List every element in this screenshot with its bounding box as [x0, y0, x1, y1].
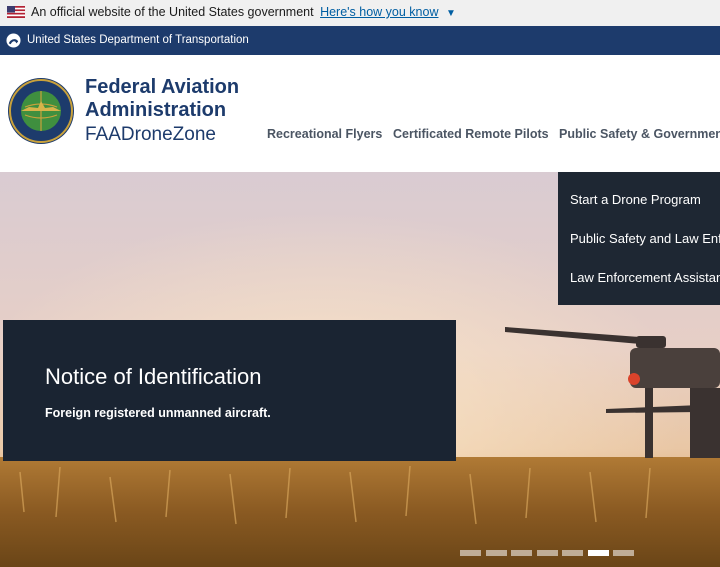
- carousel-dot-2[interactable]: [485, 550, 507, 556]
- brand-line-federal-aviation: Federal Aviation: [85, 76, 240, 98]
- carousel-dot-5[interactable]: [562, 550, 583, 556]
- gov-banner-label: An official website of the United States…: [31, 5, 314, 19]
- us-flag-icon: [7, 6, 25, 18]
- carousel-dot-4[interactable]: [536, 550, 558, 556]
- notice-panel: Notice of Identification Foreign registe…: [3, 320, 456, 461]
- public-safety-dropdown-menu: Start a Drone Program Public Safety and …: [558, 172, 720, 305]
- chevron-down-icon[interactable]: ▼: [446, 8, 456, 19]
- dot-logo-icon[interactable]: [6, 33, 21, 48]
- heres-how-you-know-link[interactable]: Here's how you know: [320, 5, 438, 19]
- nav-item-public-safety-government[interactable]: Public Safety & Government: [559, 127, 720, 141]
- brand-line-administration: Administration: [85, 99, 227, 121]
- faa-seal-logo[interactable]: [7, 77, 75, 145]
- gov-banner-text: An official website of the United States…: [31, 5, 456, 19]
- carousel-dot-6[interactable]: [587, 550, 609, 556]
- dot-link[interactable]: United States Department of Transportati…: [27, 34, 249, 46]
- carousel-dot-3[interactable]: [511, 550, 532, 556]
- gov-banner: An official website of the United States…: [0, 0, 720, 26]
- dropdown-item-start-drone-program[interactable]: Start a Drone Program: [570, 192, 701, 207]
- notice-subtitle: Foreign registered unmanned aircraft.: [45, 406, 271, 420]
- nav-item-recreational-flyers[interactable]: Recreational Flyers: [267, 127, 382, 141]
- site-header: Federal Aviation Administration FAADrone…: [0, 55, 720, 172]
- dropdown-item-law-enforcement-assistance[interactable]: Law Enforcement Assistance: [570, 270, 720, 285]
- dot-bar: United States Department of Transportati…: [0, 26, 720, 55]
- nav-item-certificated-remote-pilots[interactable]: Certificated Remote Pilots: [393, 127, 549, 141]
- brand-wordmark[interactable]: Federal Aviation Administration FAADrone…: [85, 76, 239, 147]
- brand-line-faadronezone: FAADroneZone: [85, 124, 216, 145]
- dropdown-item-public-safety-law-enforcement[interactable]: Public Safety and Law Enforcement: [570, 231, 720, 246]
- carousel-dot-7[interactable]: [613, 550, 634, 556]
- carousel-dot-1[interactable]: [460, 550, 481, 556]
- notice-title[interactable]: Notice of Identification: [45, 364, 261, 390]
